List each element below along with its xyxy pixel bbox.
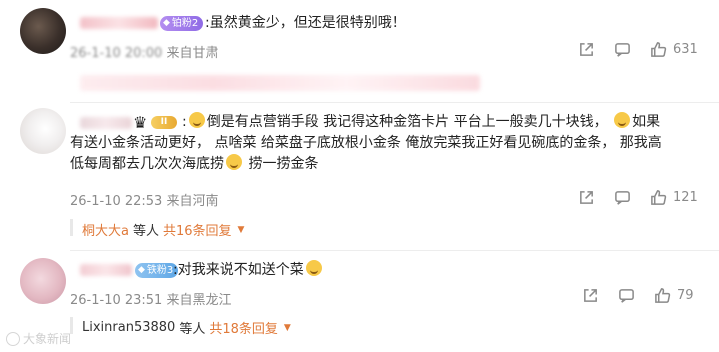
replies-link[interactable]: 桐大大a 等人 共16条回复 ▼ (82, 220, 244, 239)
reply-bar (70, 219, 73, 236)
avatar[interactable] (20, 108, 66, 154)
comment-body: 虽然黄金少，但还是很特别哦！ (209, 15, 406, 31)
comment-text: : 倒是有点营销手段 我记得这种金箔卡片 平台上一般卖几十块钱， 如果有送小金条活… (70, 112, 662, 172)
like-icon[interactable] (653, 286, 671, 304)
comment-actions: 79 (581, 286, 694, 304)
watermark: 大象新闻 (6, 330, 71, 347)
blurred-overlay (80, 75, 480, 91)
reply-user[interactable]: 桐大大a (82, 220, 129, 239)
logo-icon (6, 331, 20, 346)
comment-actions: 631 (577, 40, 698, 58)
comment-actions: 121 (577, 188, 698, 206)
username-blurred[interactable] (80, 17, 158, 29)
reply-user[interactable]: Lixinran53880 (82, 320, 175, 335)
comment-meta: 26-1-10 22:53 来自河南 (70, 194, 219, 209)
comment-meta: 26-1-10 23:51 来自黑龙江 (70, 293, 232, 308)
like-count: 121 (673, 189, 698, 205)
fan-badge: ◆ 铁粉3 (135, 263, 179, 278)
comment-icon[interactable] (613, 188, 631, 206)
like-count: 79 (677, 287, 694, 303)
emoji-icon (614, 112, 631, 128)
diamond-icon: ◆ (163, 18, 170, 28)
comment-icon[interactable] (613, 40, 631, 58)
reply-count[interactable]: 共16条回复 (163, 220, 232, 239)
comment-text: :虽然黄金少，但还是很特别哦！ (205, 15, 406, 31)
like-icon[interactable] (649, 40, 667, 58)
diamond-icon: ◆ (138, 265, 145, 275)
replies-link[interactable]: Lixinran53880 等人 共18条回复 ▼ (82, 318, 291, 337)
emoji-icon (188, 112, 205, 128)
avatar[interactable] (20, 258, 66, 304)
emoji-icon (305, 260, 322, 276)
comment-meta: 26-1-10 20:00 来自甘肃 (70, 46, 219, 61)
emoji-icon (226, 154, 242, 170)
divider (70, 250, 719, 251)
like-count: 631 (673, 41, 698, 57)
reply-count[interactable]: 共18条回复 (209, 318, 278, 337)
share-icon[interactable] (577, 188, 595, 206)
comment-text: :对我来说不如送个菜 (173, 260, 324, 281)
like-icon[interactable] (649, 188, 667, 206)
share-icon[interactable] (577, 40, 595, 58)
caret-down-icon: ▼ (283, 322, 291, 333)
caret-down-icon: ▼ (237, 224, 245, 235)
divider (70, 102, 719, 103)
username-blurred[interactable] (80, 264, 132, 276)
comment-icon[interactable] (617, 286, 635, 304)
fan-badge: ◆ 铂粉2 (160, 16, 204, 31)
share-icon[interactable] (581, 286, 599, 304)
avatar[interactable] (20, 8, 66, 54)
